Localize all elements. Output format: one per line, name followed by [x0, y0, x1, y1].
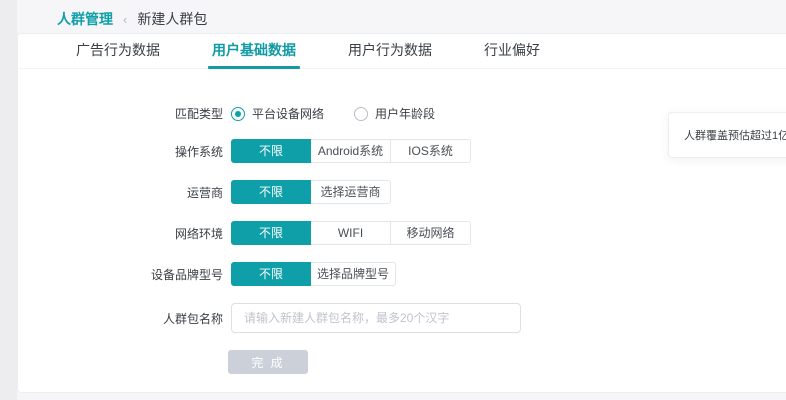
os-option-unlimited[interactable]: 不限 [231, 139, 311, 163]
device-brand-option-unlimited[interactable]: 不限 [231, 262, 311, 286]
device-brand-button-group: 不限 选择品牌型号 [231, 262, 397, 286]
carrier-button-group: 不限 选择运营商 [231, 180, 391, 204]
coverage-estimate-tooltip: 人群覆盖预估超过1亿人 [668, 112, 786, 158]
form-row-submit: 完 成 [18, 350, 786, 374]
network-option-wifi[interactable]: WIFI [311, 221, 391, 245]
network-button-group: 不限 WIFI 移动网络 [231, 221, 471, 245]
os-label: 操作系统 [174, 144, 223, 159]
package-name-input[interactable] [231, 303, 521, 333]
tab-industry-preference[interactable]: 行业偏好 [458, 34, 566, 68]
tab-user-behavior-data[interactable]: 用户行为数据 [322, 34, 458, 68]
match-type-label: 匹配类型 [174, 107, 223, 121]
carrier-option-select[interactable]: 选择运营商 [311, 180, 391, 204]
radio-option-label: 用户年龄段 [375, 107, 436, 121]
package-name-label: 人群包名称 [162, 311, 223, 326]
content-card: 广告行为数据 用户基础数据 用户行为数据 行业偏好 匹配类型 平台设备网络 用户… [17, 33, 786, 393]
form-row-package-name: 人群包名称 [18, 303, 786, 333]
page-left-margin [0, 0, 17, 400]
coverage-estimate-text: 人群覆盖预估超过1亿人 [684, 130, 786, 142]
radio-platform-device-network[interactable]: 平台设备网络 [231, 105, 324, 122]
os-option-ios[interactable]: IOS系统 [391, 139, 471, 163]
package-name-controls [231, 303, 521, 333]
breadcrumb-section-link[interactable]: 人群管理 [57, 9, 113, 29]
breadcrumb: 人群管理 ‹ 新建人群包 [57, 9, 207, 29]
os-option-android[interactable]: Android系统 [311, 139, 391, 163]
network-option-unlimited[interactable]: 不限 [231, 221, 311, 245]
breadcrumb-current: 新建人群包 [137, 11, 208, 27]
radio-option-label: 平台设备网络 [252, 107, 325, 121]
carrier-option-unlimited[interactable]: 不限 [231, 180, 311, 204]
form-row-network: 网络环境 不限 WIFI 移动网络 [18, 221, 786, 245]
tab-user-basic-data[interactable]: 用户基础数据 [186, 34, 322, 69]
network-option-mobile[interactable]: 移动网络 [391, 221, 471, 245]
network-label: 网络环境 [174, 226, 223, 241]
match-type-options: 平台设备网络 用户年龄段 [231, 105, 465, 122]
radio-unchecked-icon [354, 106, 369, 121]
submit-button[interactable]: 完 成 [228, 350, 308, 374]
os-button-group: 不限 Android系统 IOS系统 [231, 139, 471, 163]
tab-bar: 广告行为数据 用户基础数据 用户行为数据 行业偏好 [18, 34, 786, 69]
radio-user-age-range[interactable]: 用户年龄段 [354, 105, 435, 122]
tab-ad-behavior-data[interactable]: 广告行为数据 [50, 34, 186, 68]
chevron-left-icon: ‹ [123, 11, 128, 27]
form-row-carrier: 运营商 不限 选择运营商 [18, 180, 786, 204]
device-brand-label: 设备品牌型号 [150, 267, 223, 282]
form-row-device-brand: 设备品牌型号 不限 选择品牌型号 [18, 262, 786, 286]
device-brand-option-select[interactable]: 选择品牌型号 [311, 262, 397, 286]
carrier-label: 运营商 [186, 185, 223, 200]
radio-checked-icon [231, 106, 245, 121]
